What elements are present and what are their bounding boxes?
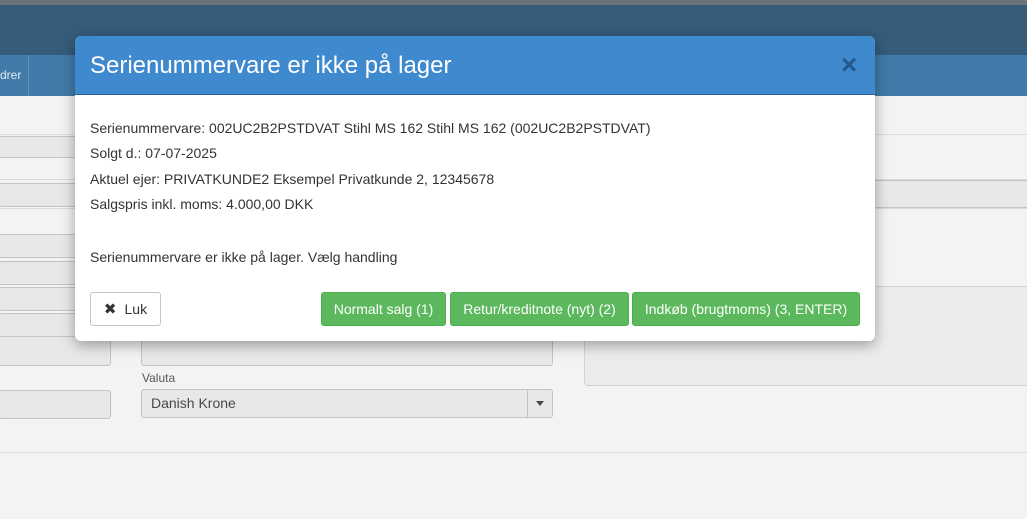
serial-item-text: Serienummervare: 002UC2B2PSTDVAT Stihl M… <box>90 120 651 136</box>
purchase-used-vat-button[interactable]: Indkøb (brugtmoms) (3, ENTER) <box>632 292 860 326</box>
serial-not-in-stock-dialog: Serienummervare er ikke på lager × Serie… <box>75 36 875 341</box>
close-icon: ✖ <box>103 301 117 318</box>
modal-header: Serienummervare er ikke på lager × <box>75 36 875 95</box>
return-credit-note-button[interactable]: Retur/kreditnote (nyt) (2) <box>450 292 629 326</box>
sold-date-text: Solgt d.: 07-07-2025 <box>90 145 217 161</box>
choose-action-text: Serienummervare er ikke på lager. Vælg h… <box>90 249 398 265</box>
normal-sale-button[interactable]: Normalt salg (1) <box>321 292 446 326</box>
sale-price-text: Salgspris inkl. moms: 4.000,00 DKK <box>90 196 314 212</box>
current-owner-text: Aktuel ejer: PRIVATKUNDE2 Eksempel Priva… <box>90 171 495 187</box>
modal-title: Serienummervare er ikke på lager <box>90 52 452 79</box>
close-button-label: Luk <box>124 301 148 317</box>
close-button[interactable]: ✖ Luk <box>90 292 161 326</box>
close-icon[interactable]: × <box>838 51 860 79</box>
